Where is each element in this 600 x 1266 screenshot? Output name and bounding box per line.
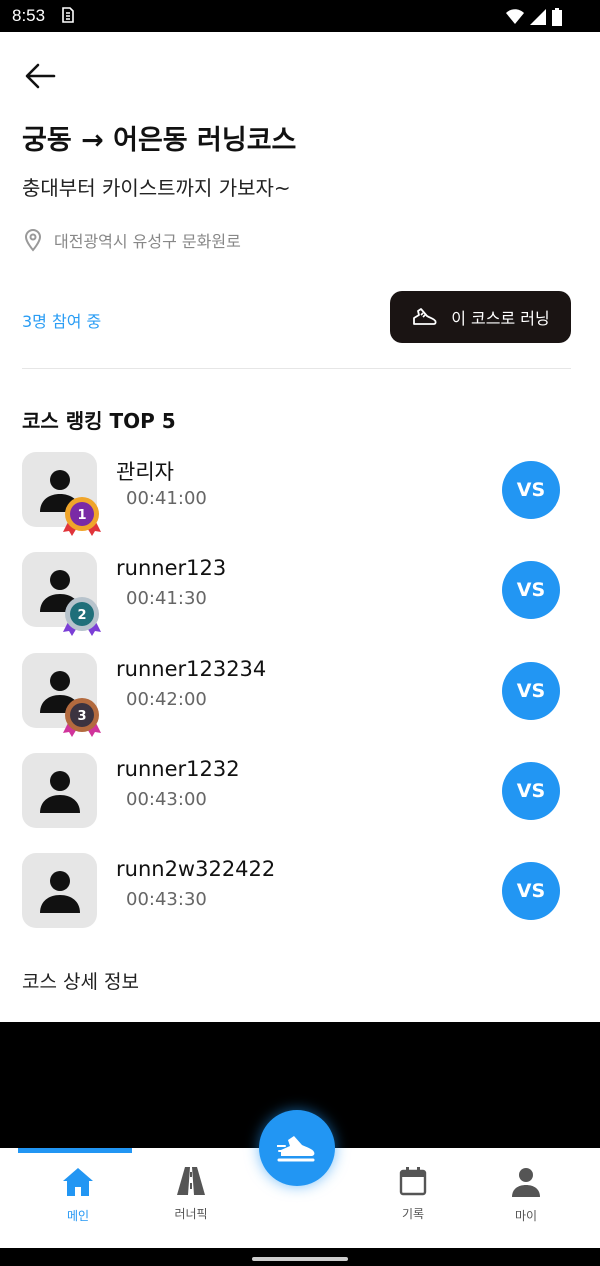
system-icons — [506, 8, 562, 26]
ranking-row: 1 관리자 00:41:00 VS — [0, 452, 600, 536]
home-icon — [63, 1168, 93, 1196]
avatar — [22, 753, 97, 828]
back-button[interactable] — [22, 58, 58, 94]
avatar: 3 — [22, 653, 101, 737]
course-title: 궁동 → 어은동 러닝코스 — [22, 125, 297, 156]
shoe-icon — [413, 308, 437, 325]
nav-label: 마이 — [514, 1209, 538, 1223]
run-button-label: 이 코스로 러닝 — [451, 309, 550, 328]
vs-button[interactable]: VS — [502, 461, 560, 519]
divider — [22, 368, 571, 369]
course-detail-screen: 궁동 → 어은동 러닝코스 충대부터 카이스트까지 가보자~ 대전광역시 유성구… — [0, 32, 600, 1022]
calendar-icon — [399, 1167, 427, 1196]
course-subtitle: 충대부터 카이스트까지 가보자~ — [22, 176, 291, 200]
runner-name: runn2w322422 — [116, 857, 276, 881]
start-running-fab[interactable] — [259, 1110, 335, 1186]
wifi-icon — [506, 9, 524, 24]
back-arrow-icon — [25, 63, 56, 89]
signal-icon — [530, 9, 546, 25]
svg-text:1: 1 — [77, 508, 86, 523]
course-location: 대전광역시 유성구 문화원로 — [22, 228, 241, 252]
nav-item-my[interactable]: 마이 — [476, 1166, 576, 1224]
location-pin-icon — [24, 228, 42, 252]
silver-medal-icon: 2 — [63, 597, 101, 636]
nav-item-runnerpick[interactable]: 러너픽 — [141, 1166, 241, 1222]
nav-label: 메인 — [66, 1209, 90, 1223]
runner-time: 00:43:30 — [126, 889, 207, 910]
avatar — [22, 853, 97, 928]
ranking-row: 2 runner123 00:41:30 VS — [0, 552, 600, 636]
runner-time: 00:42:00 — [126, 689, 207, 710]
ranking-title: 코스 랭킹 TOP 5 — [22, 409, 176, 433]
runner-name: runner123234 — [116, 657, 267, 681]
vs-button[interactable]: VS — [502, 862, 560, 920]
svg-text:2: 2 — [77, 608, 86, 623]
person-icon — [40, 771, 80, 813]
runner-time: 00:41:30 — [126, 588, 207, 609]
sim-icon — [60, 6, 76, 28]
person-icon — [40, 871, 80, 913]
nav-item-records[interactable]: 기록 — [363, 1166, 463, 1222]
status-bar: 8:53 — [0, 0, 600, 32]
runner-time: 00:41:00 — [126, 488, 207, 509]
ranking-row: runner1232 00:43:00 VS — [0, 753, 600, 833]
vs-button[interactable]: VS — [502, 561, 560, 619]
ranking-row: 3 runner123234 00:42:00 VS — [0, 653, 600, 737]
runner-name: runner1232 — [116, 757, 240, 781]
battery-icon — [552, 8, 562, 26]
nav-item-main[interactable]: 메인 — [28, 1166, 128, 1224]
road-icon — [177, 1167, 205, 1195]
runner-name: 관리자 — [116, 460, 174, 484]
avatar: 1 — [22, 452, 101, 536]
ranking-row: runn2w322422 00:43:30 VS — [0, 853, 600, 933]
run-this-course-button[interactable]: 이 코스로 러닝 — [390, 291, 571, 343]
person-icon — [512, 1168, 540, 1197]
gesture-home-indicator[interactable] — [252, 1257, 348, 1261]
status-time: 8:53 — [12, 6, 46, 25]
gold-medal-icon: 1 — [63, 497, 101, 536]
avatar: 2 — [22, 552, 101, 636]
running-shoe-icon — [277, 1136, 315, 1162]
runner-name: runner123 — [116, 556, 227, 580]
course-detail-heading: 코스 상세 정보 — [22, 971, 139, 993]
vs-button[interactable]: VS — [502, 662, 560, 720]
participant-count: 3명 참여 중 — [22, 312, 102, 331]
runner-time: 00:43:00 — [126, 789, 207, 810]
nav-label: 기록 — [401, 1207, 425, 1221]
active-tab-indicator — [18, 1148, 132, 1153]
vs-button[interactable]: VS — [502, 762, 560, 820]
bronze-medal-icon: 3 — [63, 698, 101, 737]
nav-label: 러너픽 — [174, 1207, 208, 1221]
location-text: 대전광역시 유성구 문화원로 — [54, 232, 241, 251]
svg-text:3: 3 — [77, 709, 86, 724]
